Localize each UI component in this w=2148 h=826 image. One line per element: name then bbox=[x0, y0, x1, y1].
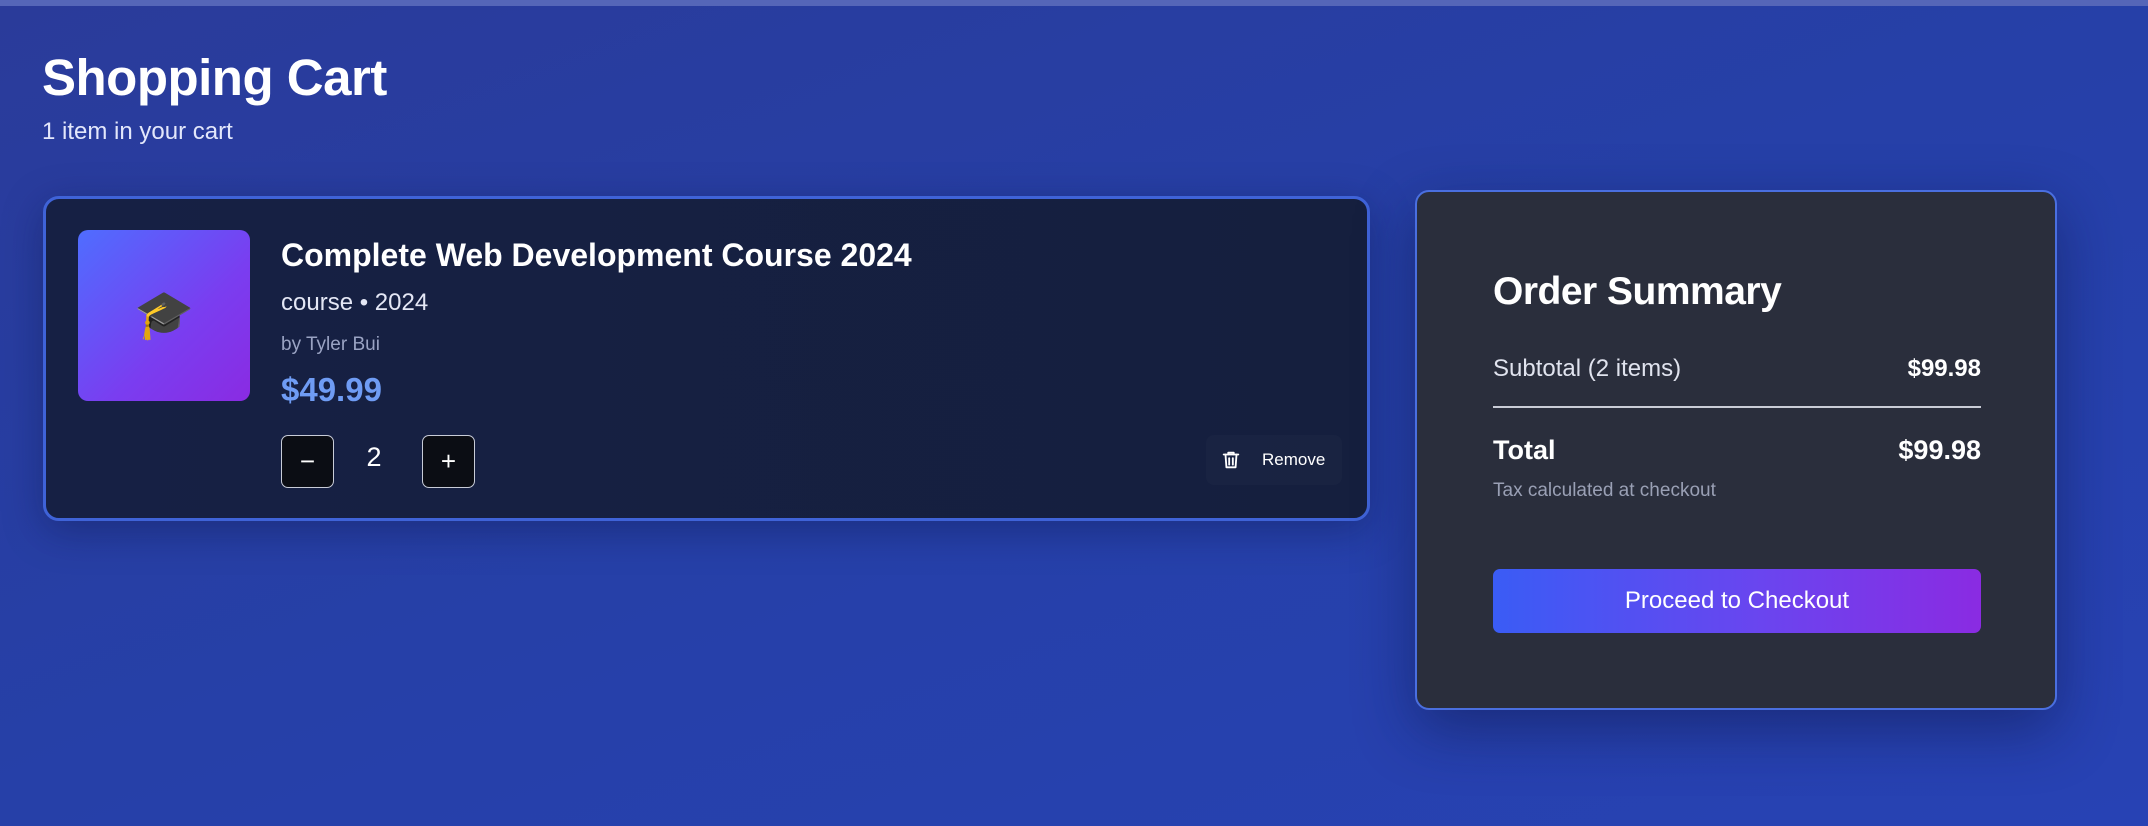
increase-quantity-button[interactable]: + bbox=[422, 435, 475, 488]
product-author: by Tyler Bui bbox=[281, 334, 380, 355]
plus-icon: + bbox=[440, 446, 457, 476]
order-summary-panel: Order Summary Subtotal (2 items) $99.98 … bbox=[1415, 190, 2057, 710]
total-label: Total bbox=[1493, 435, 1556, 465]
total-row: Total $99.98 bbox=[1493, 435, 1981, 466]
cart-count-subtitle: 1 item in your cart bbox=[42, 118, 233, 145]
graduation-cap-icon: 🎓 bbox=[134, 288, 194, 342]
remove-item-button[interactable]: Remove bbox=[1206, 435, 1342, 485]
page-title: Shopping Cart bbox=[42, 49, 387, 106]
total-value: $99.98 bbox=[1898, 435, 1981, 465]
quantity-value: 2 bbox=[366, 442, 382, 472]
proceed-to-checkout-button[interactable]: Proceed to Checkout bbox=[1493, 569, 1981, 633]
subtotal-row: Subtotal (2 items) $99.98 bbox=[1493, 355, 1981, 383]
order-summary-title: Order Summary bbox=[1493, 270, 1782, 313]
subtotal-label: Subtotal (2 items) bbox=[1493, 355, 1682, 382]
cart-item-card: 🎓 Complete Web Development Course 2024 c… bbox=[43, 196, 1370, 521]
tax-note: Tax calculated at checkout bbox=[1493, 480, 1716, 501]
remove-label: Remove bbox=[1262, 450, 1326, 469]
product-title: Complete Web Development Course 2024 bbox=[281, 237, 912, 273]
subtotal-value: $99.98 bbox=[1907, 355, 1981, 382]
summary-divider bbox=[1493, 406, 1981, 408]
minus-icon: − bbox=[299, 446, 316, 476]
trash-icon bbox=[1222, 451, 1240, 469]
product-price: $49.99 bbox=[281, 371, 382, 408]
decrease-quantity-button[interactable]: − bbox=[281, 435, 334, 488]
top-border bbox=[0, 0, 2148, 6]
product-meta: course • 2024 bbox=[281, 289, 429, 316]
product-thumbnail: 🎓 bbox=[78, 230, 250, 401]
